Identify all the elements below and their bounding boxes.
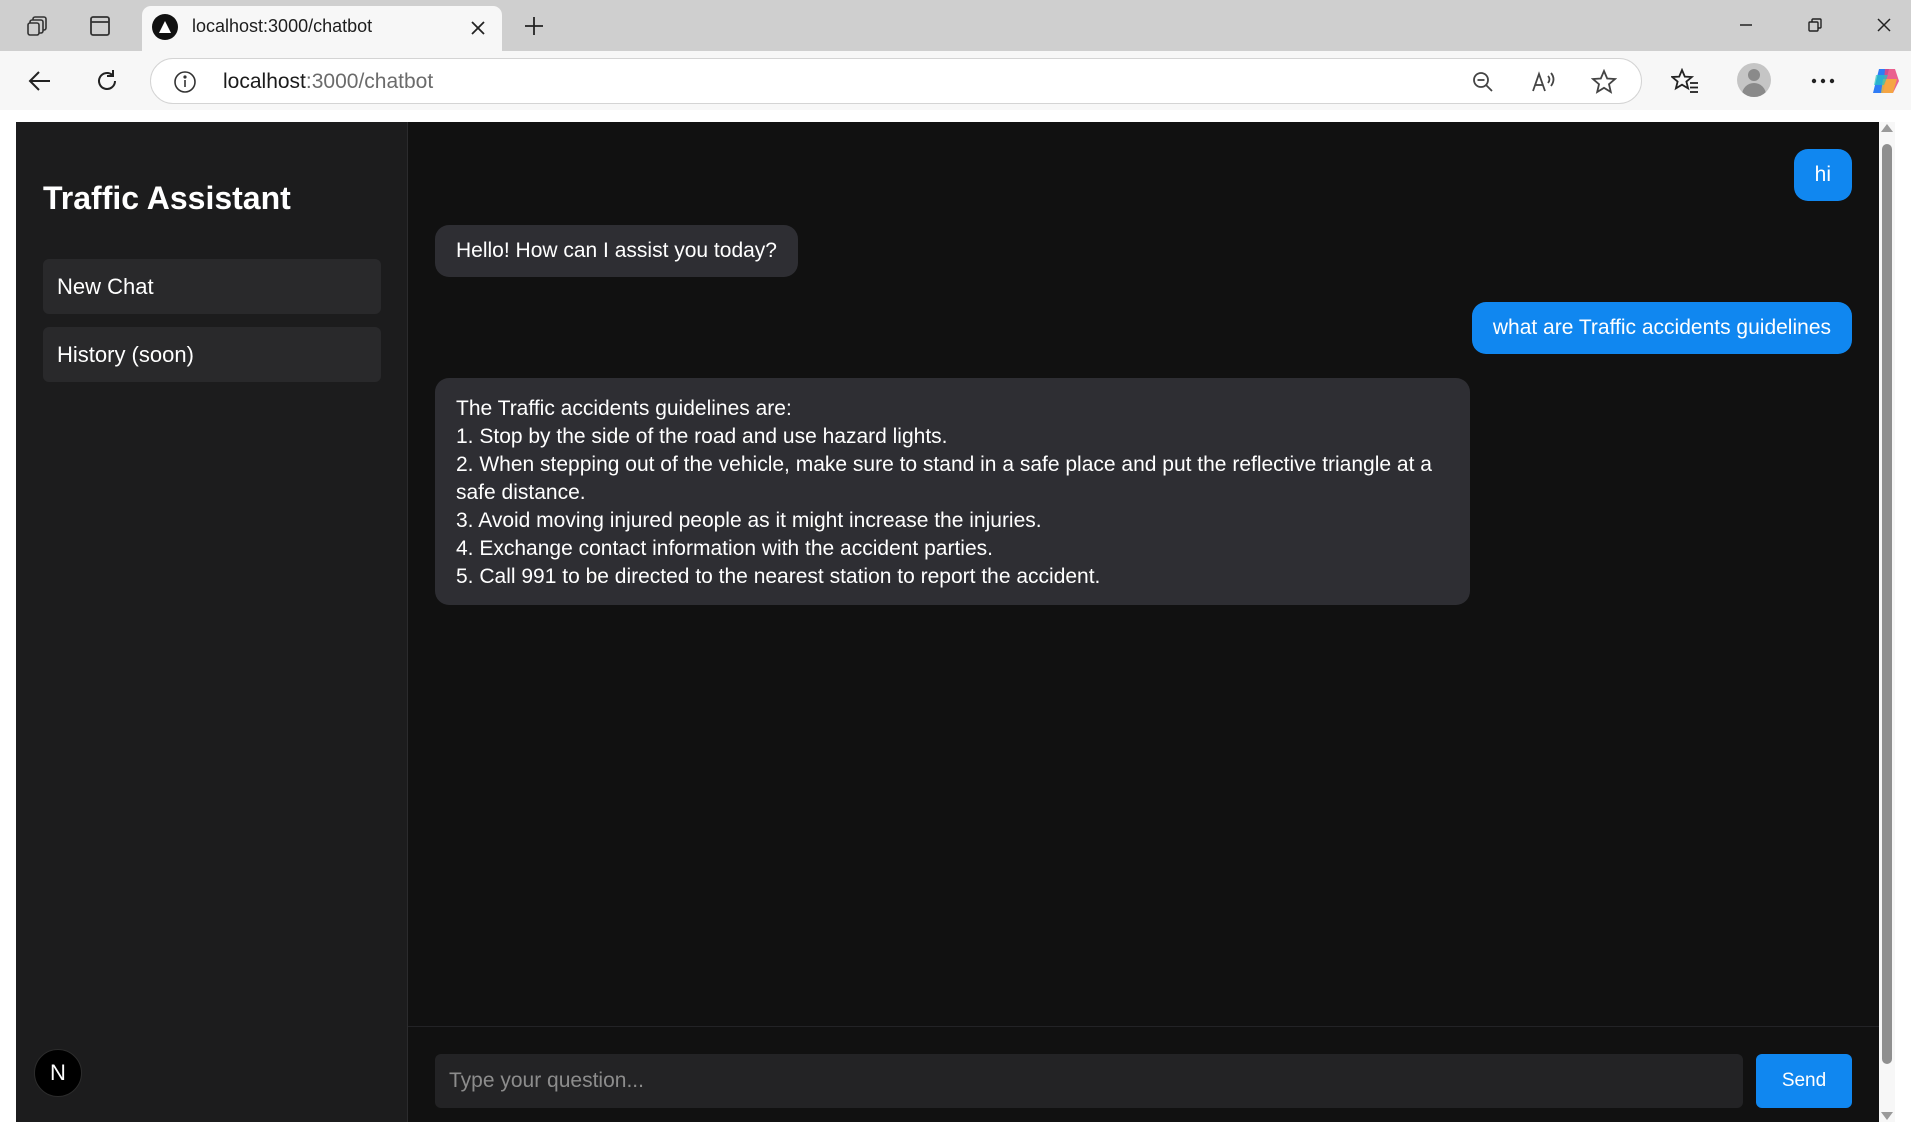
new-chat-button[interactable]: New Chat xyxy=(43,259,381,314)
profile-head xyxy=(1748,69,1760,81)
back-arrow-icon[interactable] xyxy=(22,63,58,99)
read-aloud-icon[interactable] xyxy=(1529,67,1559,97)
profile-body xyxy=(1742,83,1766,97)
restore-icon[interactable] xyxy=(1797,8,1833,42)
scroll-thumb[interactable] xyxy=(1882,144,1892,1064)
more-icon[interactable] xyxy=(1805,63,1841,99)
url-host: localhost xyxy=(223,70,306,93)
url-text[interactable]: localhost:3000/chatbot xyxy=(223,70,433,94)
composer: Send xyxy=(408,1026,1879,1122)
message-line: 1. Stop by the side of the road and use … xyxy=(456,425,948,448)
nextjs-dev-badge[interactable]: N xyxy=(34,1049,82,1097)
browser-tab[interactable]: localhost:3000/chatbot xyxy=(142,6,502,51)
browser-toolbar: localhost:3000/chatbot xyxy=(0,51,1911,110)
message-line: 3. Avoid moving injured people as it mig… xyxy=(456,509,1042,532)
app-title: Traffic Assistant xyxy=(43,180,291,216)
user-message: hi xyxy=(1793,149,1852,201)
history-button[interactable]: History (soon) xyxy=(43,327,381,382)
sidebar: Traffic Assistant New Chat History (soon… xyxy=(16,122,408,1122)
profile-icon[interactable] xyxy=(1737,63,1771,97)
message-line: The Traffic accidents guidelines are: xyxy=(456,397,792,420)
minimize-icon[interactable] xyxy=(1728,8,1764,42)
nextjs-triangle-icon xyxy=(152,14,178,40)
page-scrollbar[interactable] xyxy=(1879,122,1895,1122)
send-button[interactable]: Send xyxy=(1756,1054,1852,1108)
assistant-message: The Traffic accidents guidelines are: 1.… xyxy=(435,378,1470,605)
address-bar[interactable]: localhost:3000/chatbot xyxy=(150,58,1642,104)
message-line: 2. When stepping out of the vehicle, mak… xyxy=(456,453,1432,504)
star-icon[interactable] xyxy=(1589,67,1619,97)
chat-panel: hi Hello! How can I assist you today? wh… xyxy=(408,122,1879,1122)
page-viewport: Traffic Assistant New Chat History (soon… xyxy=(16,122,1879,1122)
refresh-icon[interactable] xyxy=(89,63,125,99)
question-input[interactable] xyxy=(435,1054,1743,1108)
url-path: :3000/chatbot xyxy=(305,70,434,93)
workspaces-icon[interactable] xyxy=(22,10,54,42)
message-line: 4. Exchange contact information with the… xyxy=(456,537,993,560)
tab-layout-icon[interactable] xyxy=(84,10,116,42)
scroll-down-icon[interactable] xyxy=(1881,1112,1893,1120)
info-icon[interactable] xyxy=(173,70,197,94)
copilot-icon[interactable] xyxy=(1868,63,1904,99)
close-icon[interactable] xyxy=(1866,8,1902,42)
close-icon[interactable] xyxy=(464,14,492,42)
zoom-out-icon[interactable] xyxy=(1468,67,1498,97)
scroll-up-icon[interactable] xyxy=(1881,124,1893,132)
assistant-message: Hello! How can I assist you today? xyxy=(435,225,798,277)
message-line: 5. Call 991 to be directed to the neares… xyxy=(456,565,1101,588)
tab-title: localhost:3000/chatbot xyxy=(192,16,373,36)
plus-icon[interactable] xyxy=(518,10,550,42)
user-message: what are Traffic accidents guidelines xyxy=(1471,302,1852,354)
browser-tab-bar: localhost:3000/chatbot xyxy=(0,0,1911,51)
favorites-icon[interactable] xyxy=(1667,63,1703,99)
